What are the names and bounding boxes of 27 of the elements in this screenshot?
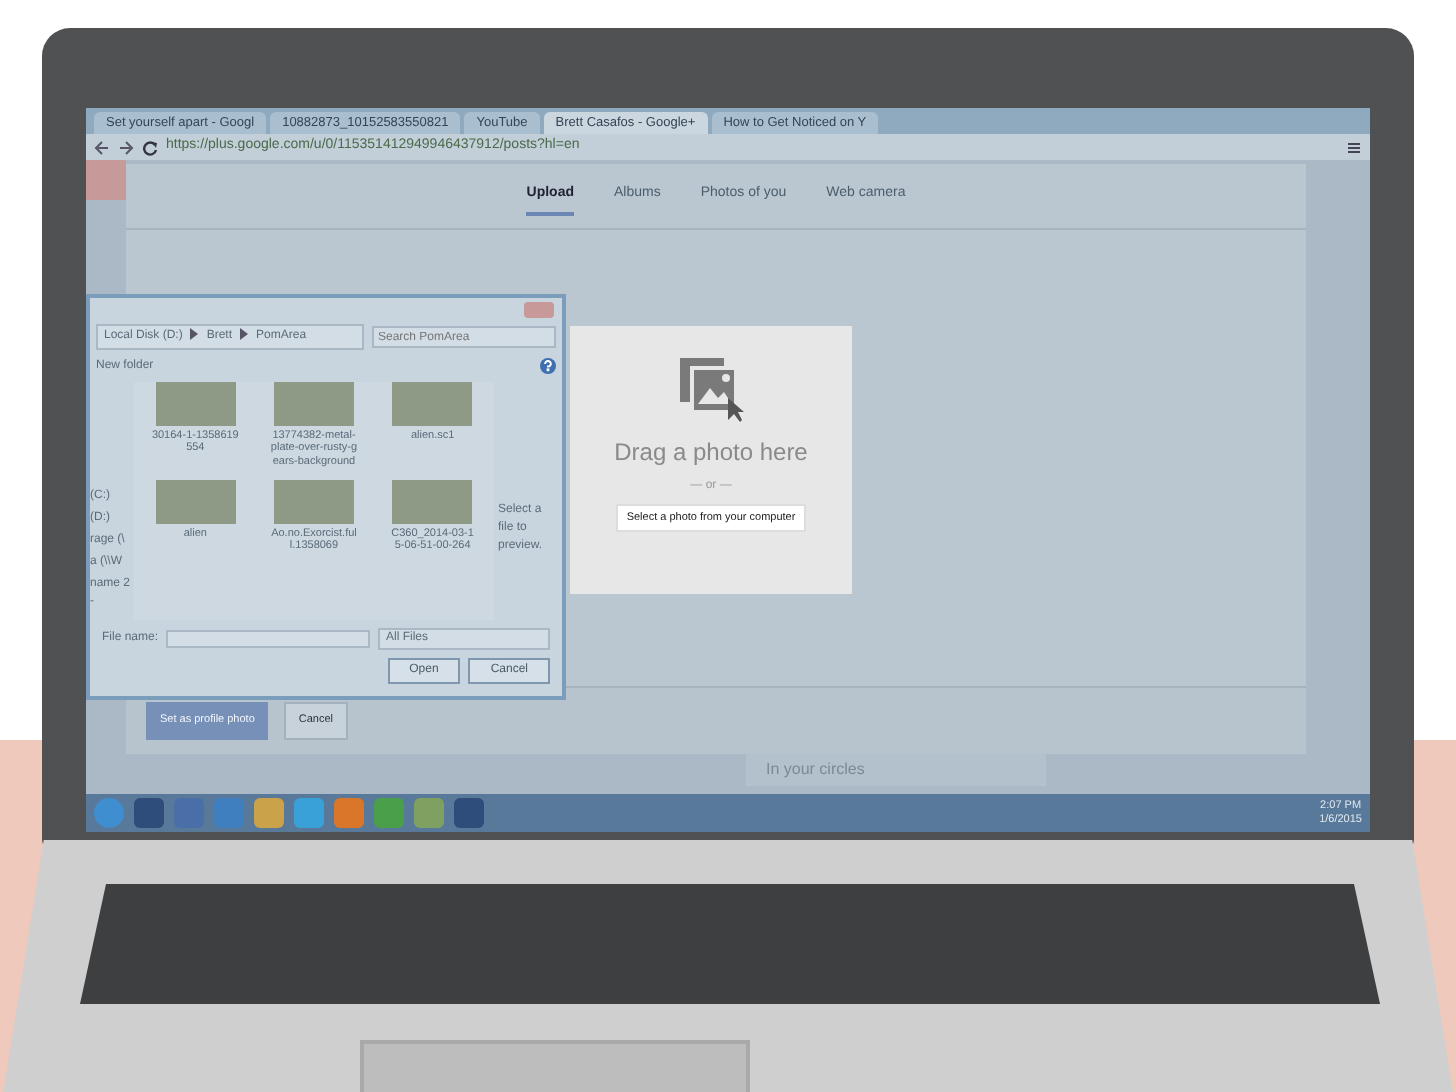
drop-title: Drag a photo here — [614, 435, 808, 469]
menu-icon[interactable] — [1346, 139, 1362, 155]
app-icon[interactable] — [334, 798, 364, 828]
app-icon[interactable] — [374, 798, 404, 828]
forward-icon[interactable] — [118, 139, 134, 155]
photo-icon — [675, 353, 747, 421]
photo-placeholder[interactable] — [392, 382, 473, 426]
chevron-icon — [190, 328, 199, 346]
photo-placeholder[interactable] — [155, 479, 236, 524]
photo-placeholder[interactable] — [392, 479, 473, 524]
photo-placeholder[interactable] — [273, 382, 354, 426]
chevron-icon — [240, 328, 249, 346]
photo-placeholder[interactable] — [155, 382, 236, 426]
photo-placeholder[interactable] — [273, 479, 354, 524]
app-icon[interactable] — [454, 798, 484, 828]
start-button[interactable] — [94, 798, 124, 828]
app-icon[interactable] — [254, 798, 284, 828]
file-name-field[interactable] — [166, 630, 370, 648]
app-icon[interactable] — [214, 798, 244, 828]
app-icon[interactable] — [414, 798, 444, 828]
back-icon[interactable] — [94, 139, 110, 155]
close-button[interactable] — [524, 302, 554, 318]
help-icon[interactable] — [540, 358, 556, 376]
reload-icon[interactable] — [142, 139, 158, 155]
app-icon[interactable] — [134, 798, 164, 828]
app-icon[interactable] — [294, 798, 324, 828]
logo-block — [86, 160, 126, 200]
